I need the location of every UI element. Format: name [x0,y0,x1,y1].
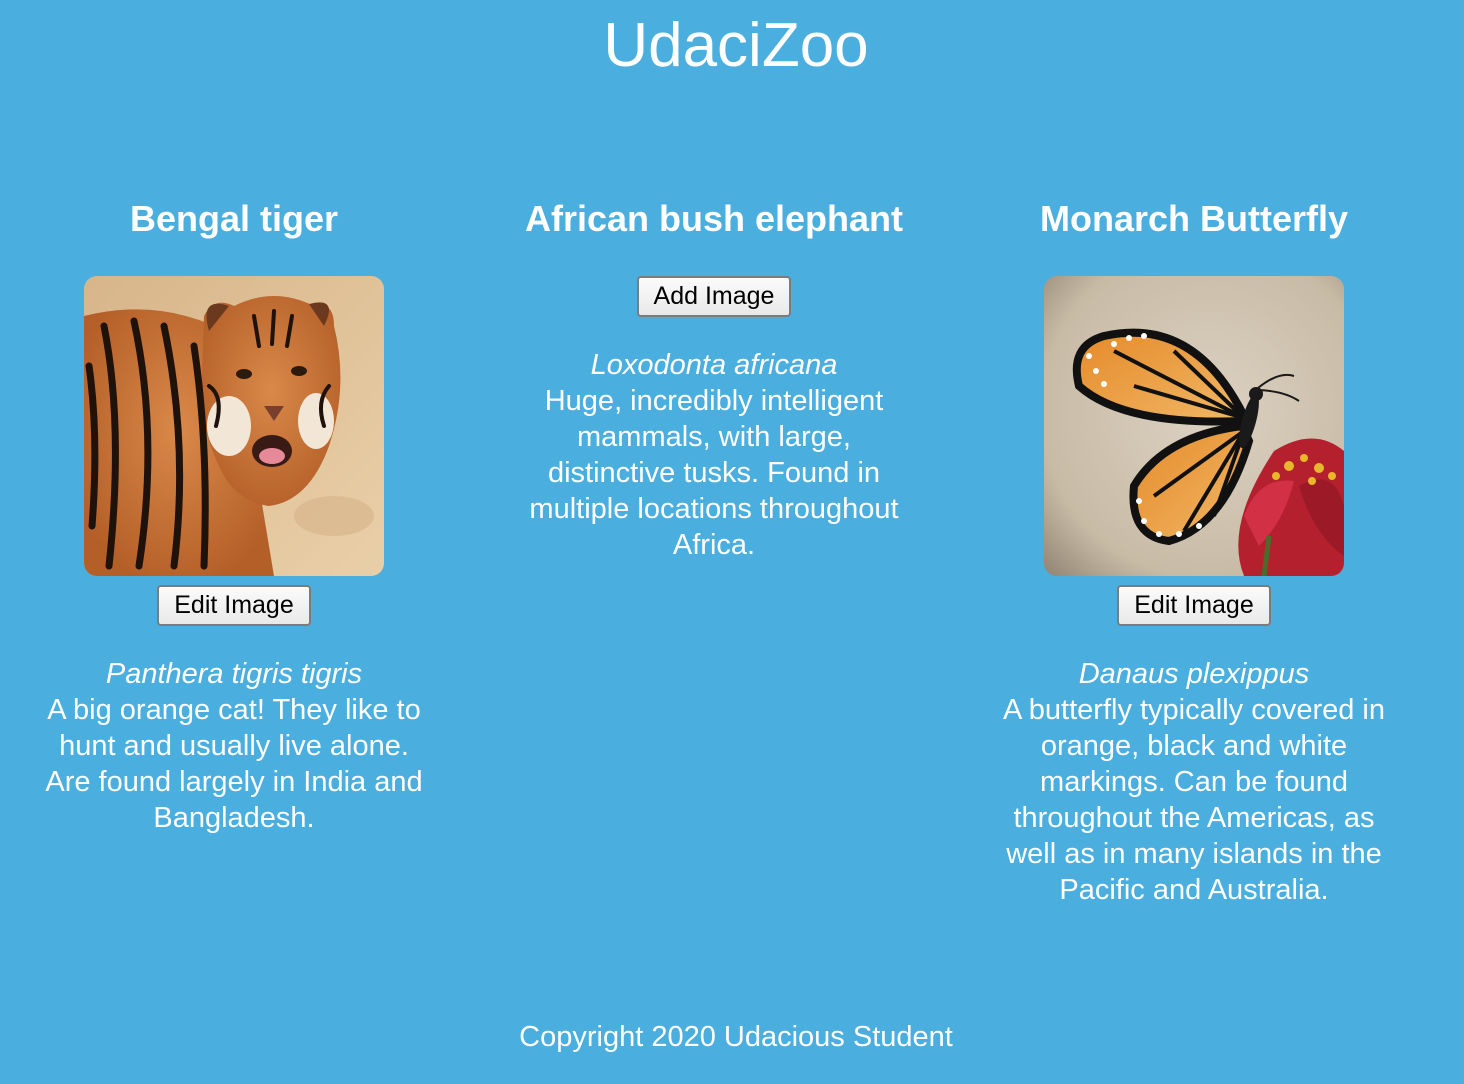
footer-copyright: Copyright 2020 Udacious Student [519,1021,953,1053]
tiger-photo [84,276,384,576]
animal-info: Panthera tigris tigris A big orange cat!… [34,656,434,836]
app-title: UdaciZoo [603,11,869,80]
animal-description: A butterfly typically covered in orange,… [1002,694,1385,906]
animal-info: Danaus plexippus A butterfly typically c… [994,656,1394,908]
animal-card-african-bush-elephant: African bush elephant Add Image Loxodont… [514,195,914,563]
edit-image-button[interactable]: Edit Image [157,585,311,626]
animal-name: African bush elephant [524,198,904,239]
animal-name: Monarch Butterfly [1039,198,1349,239]
animal-description: Huge, incredibly intelligent mammals, wi… [529,385,899,561]
animal-name: Bengal tiger [129,198,339,239]
animal-description: A big orange cat! They like to hunt and … [45,694,423,834]
animal-info: Loxodonta africana Huge, incredibly inte… [514,347,914,563]
animal-card-bengal-tiger: Bengal tiger Edit Image Panthera tigris … [34,195,434,836]
edit-image-button[interactable]: Edit Image [1117,585,1271,626]
butterfly-photo [1044,276,1344,576]
add-image-button[interactable]: Add Image [636,276,792,317]
species-name: Panthera tigris tigris [105,658,363,690]
page: UdaciZoo Bengal tiger Edit Image Panther… [0,0,1464,1084]
species-name: Danaus plexippus [1078,658,1310,690]
species-name: Loxodonta africana [590,349,838,381]
animal-card-monarch-butterfly: Monarch Butterfly Edit Image Danaus plex… [994,195,1394,908]
